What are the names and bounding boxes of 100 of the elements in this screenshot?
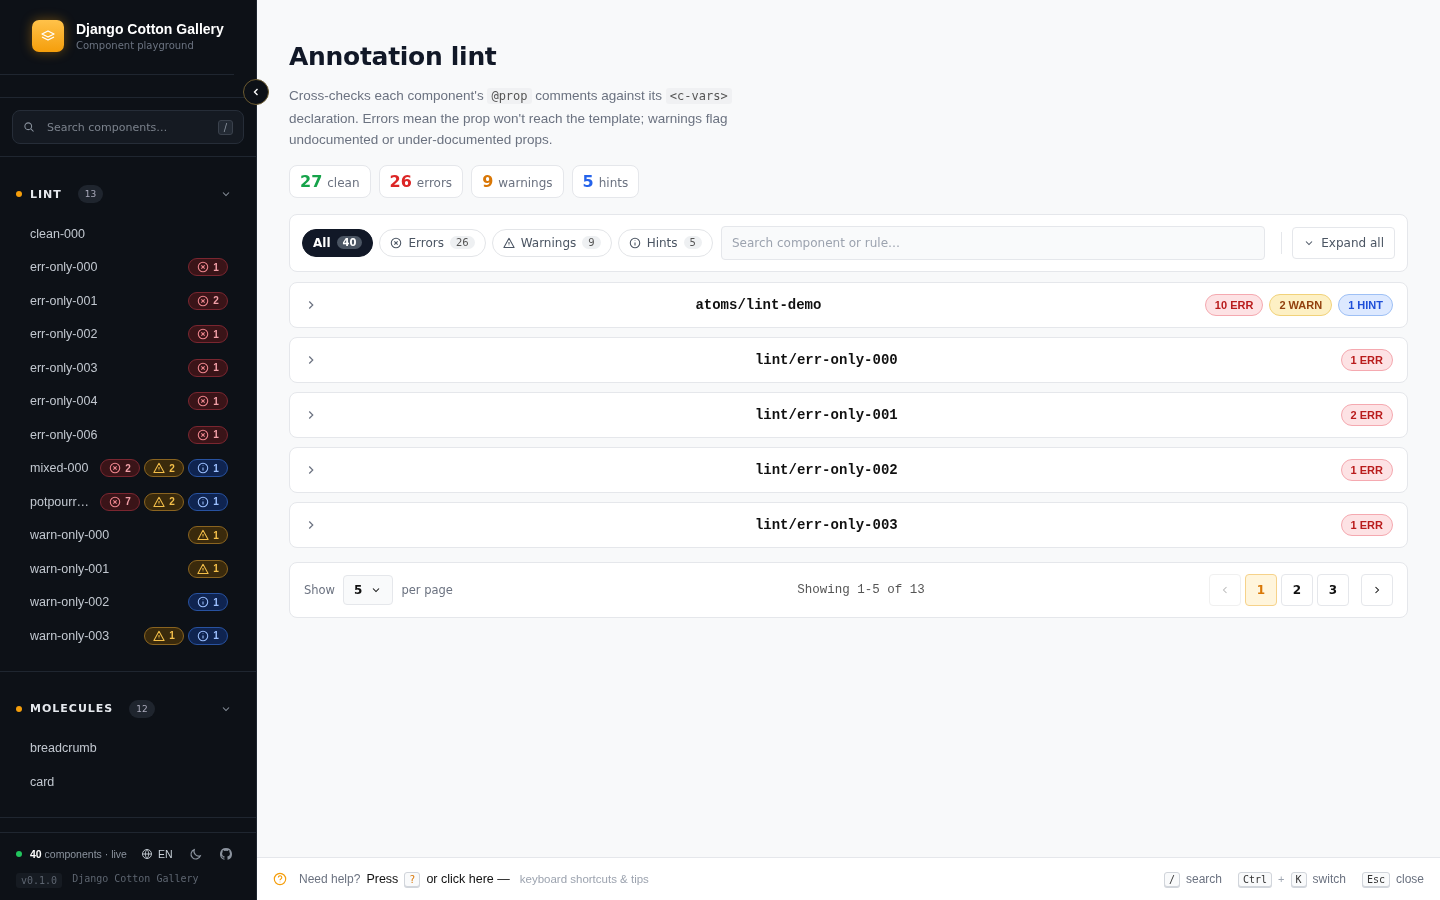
- sidebar-item[interactable]: err-only-003 1: [0, 351, 256, 385]
- filter-tab[interactable]: Errors 26: [379, 228, 486, 257]
- sidebar-item[interactable]: card: [0, 765, 256, 799]
- sidebar-item[interactable]: warn-only-001 1: [0, 552, 256, 586]
- per-page-select[interactable]: 5: [343, 574, 394, 605]
- component-path: lint/err-only-003: [753, 516, 899, 533]
- sidebar-item[interactable]: warn-only-000 1: [0, 518, 256, 552]
- moon-icon[interactable]: [188, 847, 203, 861]
- issue-count-badge: 1 ERR: [1340, 513, 1393, 536]
- issue-count-badge: 1: [188, 392, 228, 411]
- warning-icon: [502, 236, 515, 249]
- page-button[interactable]: 2: [1281, 573, 1313, 606]
- group-count: 13: [77, 185, 104, 203]
- issue-count-badge: 2: [188, 291, 228, 310]
- info-icon: [628, 236, 641, 249]
- search-icon: [23, 121, 35, 133]
- help-icon: [273, 872, 287, 886]
- warning-icon: [153, 495, 166, 508]
- sidebar-item[interactable]: potpourr… 7 2 1: [0, 485, 256, 519]
- sidebar-item[interactable]: err-only-006 1: [0, 418, 256, 452]
- issue-count-badge: 1: [188, 492, 228, 511]
- globe-icon: [140, 848, 153, 860]
- shortcut-key: Esc: [1361, 871, 1390, 887]
- sidebar-item[interactable]: warn-only-003 1 1: [0, 619, 256, 653]
- component-path: atoms/lint-demo: [694, 296, 823, 313]
- key-joiner: +: [1278, 873, 1285, 885]
- warning-icon: [153, 629, 166, 642]
- issue-count-badge: 1 HINT: [1338, 293, 1393, 316]
- results-summary: Showing 1-5 of 13: [796, 582, 925, 597]
- filter-tab[interactable]: All 40: [302, 228, 374, 257]
- search-input[interactable]: Search components…: [45, 119, 208, 135]
- footer-app-name: Django Cotton Gallery: [72, 873, 199, 886]
- sidebar-item[interactable]: err-only-002 1: [0, 317, 256, 351]
- version-label: v0.1.0: [16, 873, 63, 888]
- sidebar-item[interactable]: err-only-004 1: [0, 384, 256, 418]
- group-label: MOLECULES: [30, 702, 114, 715]
- component-path: lint/err-only-002: [753, 461, 899, 478]
- expand-all-button[interactable]: Expand all: [1292, 226, 1395, 259]
- issue-count-badge: 1: [188, 559, 228, 578]
- issue-count-badge: 1: [188, 526, 228, 545]
- issue-count-badge: 2: [144, 492, 184, 511]
- summary-stat: 27 clean: [289, 164, 371, 198]
- error-icon: [197, 261, 210, 274]
- group-count: 12: [129, 699, 155, 718]
- sidebar-item[interactable]: err-only-001 2: [0, 284, 256, 318]
- logo-icon: [32, 20, 64, 52]
- sidebar-item[interactable]: clean-000: [0, 217, 256, 251]
- issue-count-badge: 2 WARN: [1269, 293, 1333, 316]
- component-count: 40 components · live: [30, 848, 127, 860]
- shortcut-key: /: [1163, 871, 1180, 887]
- summary-stat: 9 warnings: [471, 164, 564, 198]
- sidebar-item[interactable]: err-only-000 1: [0, 250, 256, 284]
- shortcut-key: Ctrl: [1238, 871, 1273, 887]
- error-icon: [390, 236, 403, 249]
- issue-count-badge: 1 ERR: [1340, 348, 1393, 371]
- issue-count-badge: 2: [144, 459, 184, 478]
- info-icon: [197, 596, 210, 609]
- filter-tab[interactable]: Hints 5: [617, 228, 713, 257]
- help-tip: keyboard shortcuts & tips: [519, 873, 649, 885]
- group-label: LINT: [30, 187, 62, 201]
- sidebar-item[interactable]: mixed-000 2 2 1: [0, 451, 256, 485]
- component-row[interactable]: lint/err-only-002 1 ERR: [289, 446, 1408, 493]
- github-icon[interactable]: [218, 847, 233, 861]
- component-row[interactable]: lint/err-only-003 1 ERR: [289, 501, 1408, 548]
- sidebar-item[interactable]: breadcrumb: [0, 731, 256, 765]
- show-label: Show: [304, 582, 336, 597]
- sidebar-item[interactable]: warn-only-002 1: [0, 585, 256, 619]
- help-link[interactable]: or click here —: [426, 872, 510, 886]
- shortcut-label: switch: [1312, 872, 1346, 886]
- group-header[interactable]: MOLECULES 12: [0, 693, 256, 724]
- error-icon: [197, 294, 210, 307]
- component-row[interactable]: atoms/lint-demo 10 ERR 2 WARN 1 HINT: [289, 281, 1408, 328]
- per-page-label: per page: [401, 582, 453, 597]
- group-header[interactable]: LINT 13: [0, 179, 256, 209]
- info-icon: [197, 462, 210, 475]
- page-description: Cross-checks each component's @prop comments against its <c-vars> declaration. Errors mean the prop won't reach the template; warnings flag undocumented or under-documented props.: [289, 85, 759, 151]
- error-icon: [197, 328, 210, 341]
- help-press: Press: [366, 872, 399, 886]
- search-field[interactable]: Search components… /: [12, 110, 244, 144]
- info-icon: [197, 629, 210, 642]
- info-icon: [197, 495, 210, 508]
- shortcut-key: ?: [404, 871, 421, 887]
- page-title: Annotation lint: [289, 42, 498, 71]
- app-subtitle: Component playground: [76, 40, 195, 51]
- error-icon: [197, 395, 210, 408]
- component-row[interactable]: lint/err-only-000 1 ERR: [289, 336, 1408, 383]
- issue-count-badge: 1: [188, 325, 228, 344]
- issue-count-badge: 2 ERR: [1340, 403, 1393, 426]
- component-row[interactable]: lint/err-only-001 2 ERR: [289, 391, 1408, 438]
- issue-count-badge: 1: [188, 425, 228, 444]
- issue-count-badge: 2: [100, 459, 140, 478]
- search-field[interactable]: Search component or rule…: [720, 225, 1266, 260]
- issue-count-badge: 1: [188, 358, 228, 377]
- language-button[interactable]: EN: [140, 848, 173, 860]
- component-path: lint/err-only-001: [753, 406, 899, 423]
- shortcut-label: close: [1396, 872, 1424, 886]
- collapse-sidebar-button[interactable]: [243, 79, 269, 105]
- filter-tab[interactable]: Warnings 9: [491, 228, 612, 257]
- page-button[interactable]: 3: [1317, 573, 1349, 606]
- issue-count-badge: 10 ERR: [1204, 293, 1264, 316]
